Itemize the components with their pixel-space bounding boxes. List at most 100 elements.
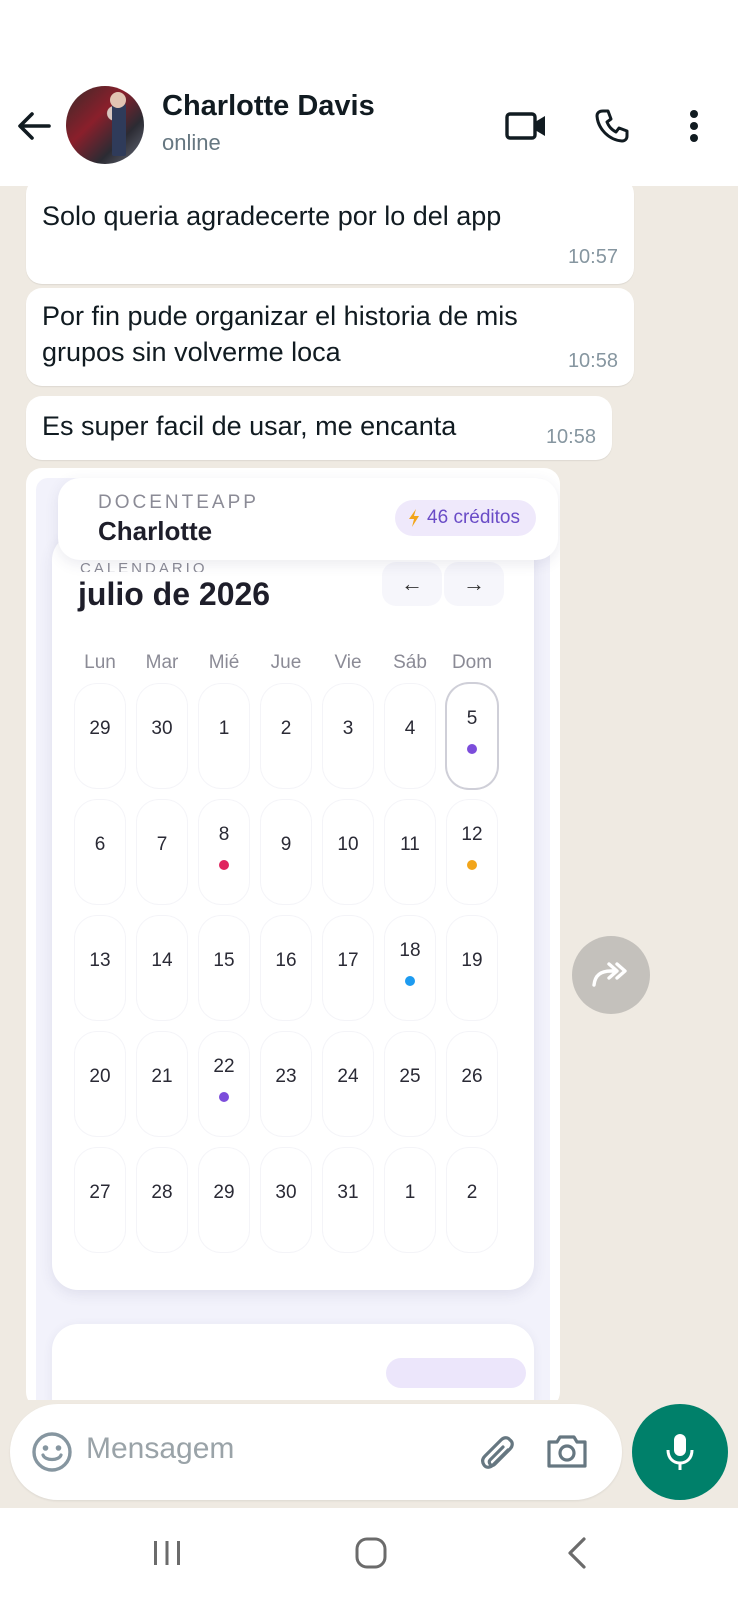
calendar-day: 3 [323, 684, 373, 788]
message-text-line: Por fin pude organizar el historia de mi… [42, 301, 518, 331]
more-vertical-icon [690, 110, 698, 142]
weekday-label: Jue [270, 652, 302, 673]
message-input-bar[interactable]: Mensagem [10, 1404, 622, 1500]
calendar-day-number: 19 [461, 950, 483, 971]
recent-apps-icon [154, 1541, 180, 1565]
calendar-day: 17 [323, 916, 373, 1020]
calendar-day: 30 [137, 684, 187, 788]
weekday-label: Lun [84, 652, 116, 673]
contact-status: online [162, 130, 221, 155]
credits-label: 46 créditos [427, 507, 520, 528]
calendar-day-number: 23 [275, 1066, 297, 1087]
video-call-icon [505, 112, 545, 140]
voice-call-button[interactable] [590, 104, 634, 148]
calendar-day: 24 [323, 1032, 373, 1136]
app-header-card: DOCENTEAPP Charlotte 46 créditos [58, 478, 558, 560]
calendar-day: 20 [75, 1032, 125, 1136]
back-nav-button[interactable] [552, 1528, 602, 1578]
home-button[interactable] [346, 1528, 396, 1578]
event-dot [219, 860, 229, 870]
calendar-day-number: 17 [337, 950, 359, 971]
message-bubble[interactable]: Por fin pude organizar el historia de mi… [26, 288, 634, 386]
calendar-month: julio de 2026 [78, 576, 271, 612]
back-button[interactable] [14, 106, 54, 146]
calendar-day: 26 [447, 1032, 497, 1136]
message-input[interactable]: Mensagem [86, 1432, 234, 1466]
calendar-day: 22 [199, 1032, 249, 1136]
calendar-day: 14 [137, 916, 187, 1020]
microphone-icon [666, 1434, 694, 1470]
phone-icon [595, 109, 629, 143]
menu-button[interactable] [672, 104, 716, 148]
calendar-day-number: 20 [89, 1066, 111, 1087]
calendar-day-number: 28 [151, 1182, 173, 1203]
calendar-day-number: 14 [151, 950, 173, 971]
weekday-label: Mar [145, 652, 179, 673]
event-dot [219, 1092, 229, 1102]
calendar-day: 5 [447, 684, 497, 788]
message-text: Es super facil de usar, me encanta [42, 411, 457, 441]
system-navigation [0, 1508, 738, 1600]
paperclip-icon[interactable] [472, 1428, 518, 1474]
image-message[interactable]: CALENDARIO julio de 2026 ← → Lun Mar Mié Ju… [26, 468, 560, 1400]
calendar-day-number: 31 [337, 1182, 359, 1203]
calendar-day: 27 [75, 1148, 125, 1252]
message-bubble[interactable]: Es super facil de usar, me encanta 10:58 [26, 396, 612, 460]
mic-button[interactable] [632, 1404, 728, 1500]
calendar-day: 25 [385, 1032, 435, 1136]
calendar-day: 15 [199, 916, 249, 1020]
calendar-day: 10 [323, 800, 373, 904]
calendar-day-number: 6 [94, 834, 106, 855]
calendar-day: 9 [261, 800, 311, 904]
calendar-day-number: 2 [466, 1182, 478, 1203]
calendar-day: 18 [385, 916, 435, 1020]
calendar-day: 6 [75, 800, 125, 904]
calendar-day-number: 22 [213, 1056, 235, 1077]
prev-month-button: ← [382, 562, 442, 606]
calendar-day-number: 16 [275, 950, 297, 971]
calendar-day-number: 11 [400, 834, 420, 855]
camera-icon[interactable] [544, 1428, 590, 1474]
calendar-day-number: 27 [89, 1182, 111, 1203]
event-dot [467, 744, 477, 754]
calendar-day-number: 24 [337, 1066, 359, 1087]
emoji-icon[interactable] [30, 1430, 74, 1474]
message-bubble[interactable]: Solo queria agradecerte por lo del app 1… [26, 186, 634, 284]
app-screenshot: CALENDARIO julio de 2026 ← → Lun Mar Mié Ju… [36, 478, 550, 1400]
avatar[interactable] [66, 86, 144, 164]
chevron-left-icon [568, 1537, 586, 1569]
calendar-day-number: 1 [218, 718, 230, 739]
recent-apps-button[interactable] [142, 1528, 192, 1578]
calendar-day-number: 3 [342, 718, 354, 739]
calendar-day-number: 13 [89, 950, 111, 971]
forward-button[interactable] [572, 936, 650, 1014]
calendar-day: 29 [199, 1148, 249, 1252]
event-dot [467, 860, 477, 870]
app-brand: DOCENTEAPP [98, 492, 259, 513]
next-card-pill [386, 1358, 526, 1388]
calendar-day: 2 [261, 684, 311, 788]
chat-header: Charlotte Davis online [0, 84, 738, 186]
chat-area[interactable]: Solo queria agradecerte por lo del app 1… [0, 186, 738, 1400]
calendar-day: 19 [447, 916, 497, 1020]
message-text: Solo queria agradecerte por lo del app [42, 201, 502, 231]
calendar-day-number: 29 [89, 718, 111, 739]
calendar-day-number: 30 [151, 718, 173, 739]
calendar-card: CALENDARIO julio de 2026 ← → Lun Mar Mié Ju… [52, 534, 534, 1290]
calendar-day-number: 29 [213, 1182, 235, 1203]
calendar-day-number: 1 [404, 1182, 416, 1203]
calendar-day: 12 [447, 800, 497, 904]
weekday-label: Vie [334, 652, 362, 673]
lightning-icon [409, 509, 420, 527]
forward-icon [592, 962, 627, 987]
video-call-button[interactable] [504, 104, 548, 148]
calendar-day: 30 [261, 1148, 311, 1252]
calendar-day: 8 [199, 800, 249, 904]
calendar-day: 1 [385, 1148, 435, 1252]
calendar-day-number: 30 [275, 1182, 297, 1203]
contact-name[interactable]: Charlotte Davis [162, 90, 375, 123]
message-text-line: grupos sin volverme loca [42, 337, 341, 367]
app-user-name: Charlotte [98, 516, 213, 546]
status-bar [0, 0, 738, 84]
next-month-button: → [444, 562, 504, 606]
